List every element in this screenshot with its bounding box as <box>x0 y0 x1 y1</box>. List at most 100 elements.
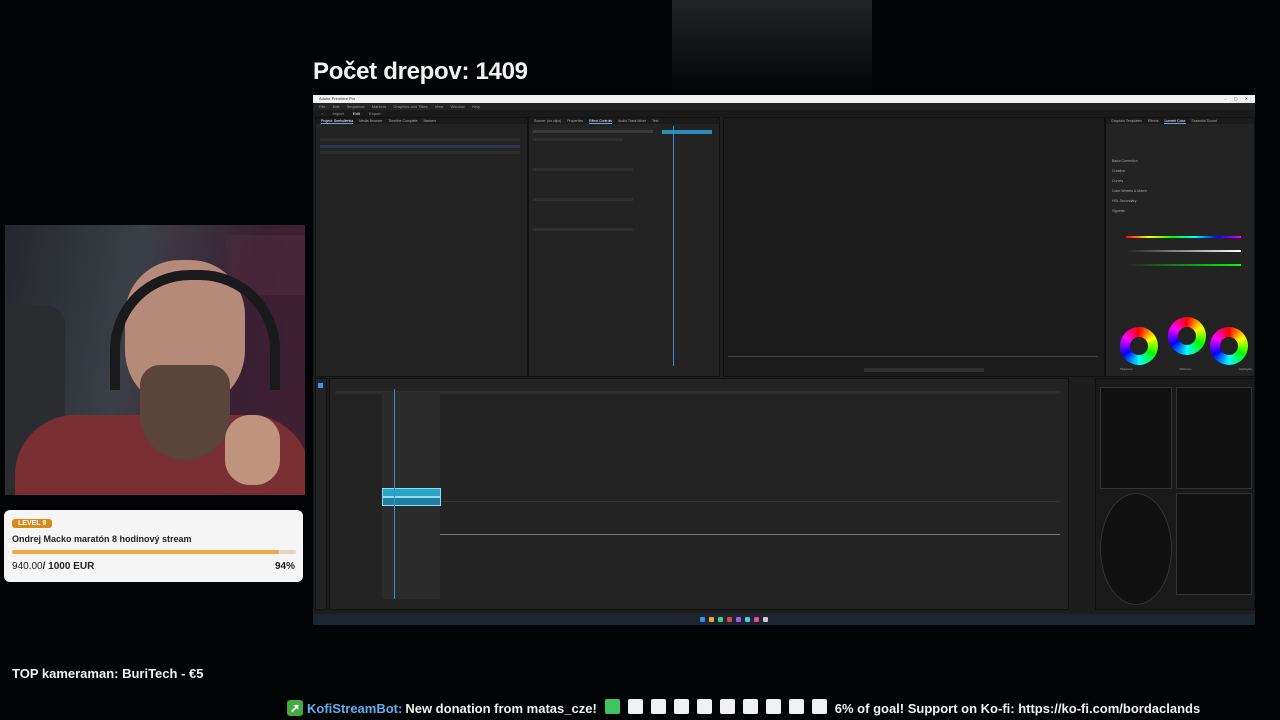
tab-timeline-complete[interactable]: Timeline Complete <box>388 119 417 123</box>
color-wheel-midtones[interactable] <box>1168 317 1206 355</box>
menu-bar: File Edit Sequence Markers Graphics and … <box>313 103 1255 110</box>
effect-row <box>533 168 633 171</box>
tab-effect-controls[interactable]: Effect Controls <box>589 119 613 124</box>
window-controls[interactable]: – ▢ ✕ <box>1224 95 1251 103</box>
premiere-window: Adobe Premiere Pro – ▢ ✕ File Edit Seque… <box>313 95 1255 625</box>
taskbar-app-icon[interactable] <box>745 617 750 622</box>
color-wheel-highlights[interactable] <box>1210 327 1248 365</box>
tab-audio-mixer[interactable]: Audio Track Mixer <box>618 119 646 123</box>
goal-square-filled <box>604 699 620 714</box>
timeline-playhead[interactable] <box>394 389 395 599</box>
goal-percent: 94% <box>274 561 295 572</box>
menu-window[interactable]: Window <box>450 104 464 109</box>
workspace-edit[interactable]: Edit <box>353 111 360 116</box>
menu-view[interactable]: View <box>435 104 444 109</box>
tab-text[interactable]: Text <box>652 119 658 123</box>
goal-amount: 940.00/ 1000 EUR <box>12 561 94 572</box>
monitor-timeline[interactable] <box>728 356 1098 357</box>
goal-progress-bar <box>12 550 296 554</box>
workspace-export[interactable]: Export <box>369 111 381 116</box>
menu-edit[interactable]: Edit <box>333 104 340 109</box>
section-hsl-secondary[interactable]: HSL Secondary <box>1112 196 1147 206</box>
tab-media-browser[interactable]: Media Browser <box>359 119 382 123</box>
lumetri-scopes-panel <box>1095 378 1255 610</box>
tab-markers[interactable]: Markers <box>423 119 436 123</box>
section-curves[interactable]: Curves <box>1112 176 1147 186</box>
playhead-line[interactable] <box>673 126 674 366</box>
column-header <box>320 138 520 141</box>
goal-square-empty <box>673 699 689 714</box>
waveform-scope <box>1100 387 1172 489</box>
color-wheel-shadows[interactable] <box>1120 327 1158 365</box>
lumetri-panel: Graphics Templates Effects Lumetri Color… <box>1105 117 1255 377</box>
transport-controls[interactable] <box>864 368 984 372</box>
workspace-import[interactable]: Import <box>333 111 344 116</box>
effect-row <box>533 130 653 133</box>
track-divider <box>400 534 1060 535</box>
goal-square-empty <box>765 699 781 714</box>
list-item[interactable] <box>320 145 520 148</box>
taskbar-app-icon[interactable] <box>718 617 723 622</box>
menu-help[interactable]: Help <box>472 104 480 109</box>
hsl-slider[interactable] <box>1126 236 1241 238</box>
background-light <box>672 0 872 95</box>
tab-lumetri-color[interactable]: Lumetri Color <box>1164 119 1186 124</box>
start-icon[interactable] <box>700 617 705 622</box>
tab-source[interactable]: Source: (no clips) <box>534 119 561 123</box>
bot-name: KofiStreamBot: <box>307 700 403 716</box>
video-clip[interactable] <box>382 488 441 497</box>
goal-progress-fill <box>12 550 279 554</box>
effect-row <box>533 198 633 201</box>
effect-row <box>533 228 633 231</box>
taskbar-app-icon[interactable] <box>709 617 714 622</box>
tab-properties[interactable]: Properties <box>567 119 583 123</box>
goal-title: Ondrej Macko maratón 8 hodinový stream <box>12 534 192 544</box>
goal-squares <box>597 699 827 717</box>
section-vignette[interactable]: Vignette <box>1112 206 1147 216</box>
wheel-label-midtones: Midtones <box>1179 367 1192 371</box>
tab-project[interactable]: Project: Snehulienka <box>321 119 354 124</box>
section-basic-correction[interactable]: Basic Correction <box>1112 156 1147 166</box>
hsl-slider[interactable] <box>1126 264 1241 266</box>
goal-square-empty <box>627 699 643 714</box>
menu-sequence[interactable]: Sequence <box>347 104 365 109</box>
home-icon[interactable]: ⌂ <box>321 111 323 116</box>
audio-clip[interactable] <box>382 497 441 506</box>
program-monitor <box>723 117 1255 377</box>
time-ruler[interactable] <box>335 391 1060 394</box>
effect-row <box>533 138 623 141</box>
tab-essential-sound[interactable]: Essential Sound <box>1191 119 1216 123</box>
section-color-wheels[interactable]: Color Wheels & Match <box>1112 186 1147 196</box>
ticker-message: New donation from matas_cze! <box>405 700 597 716</box>
taskbar-app-icon[interactable] <box>754 617 759 622</box>
menu-file[interactable]: File <box>319 104 325 109</box>
project-panel: Project: Snehulienka Media Browser Timel… <box>315 117 528 377</box>
tools-panel <box>315 378 327 610</box>
goal-square-empty <box>742 699 758 714</box>
menu-graphics[interactable]: Graphics and Titles <box>393 104 427 109</box>
section-creative[interactable]: Creative <box>1112 166 1147 176</box>
menu-markers[interactable]: Markers <box>372 104 386 109</box>
tab-effects[interactable]: Effects <box>1148 119 1159 123</box>
taskbar-app-icon[interactable] <box>727 617 732 622</box>
tab-graphics-templates[interactable]: Graphics Templates <box>1111 119 1142 123</box>
streamer-hand <box>225 415 280 485</box>
selection-tool-icon[interactable] <box>318 383 323 388</box>
level-badge: LEVEL 9 <box>12 519 53 528</box>
goal-target: / 1000 EUR <box>42 561 95 572</box>
workspace-bar: ⌂ Import Edit Export <box>313 110 1255 117</box>
parade-scope <box>1176 387 1252 489</box>
webcam-feed <box>5 225 305 495</box>
donation-ticker: ➚ KofiStreamBot: New donation from matas… <box>287 697 1280 719</box>
hsl-slider[interactable] <box>1126 250 1241 252</box>
effect-clip-bar <box>662 130 712 134</box>
windows-taskbar <box>313 614 1255 625</box>
list-item[interactable] <box>320 151 520 154</box>
wheel-label-shadows: Shadows <box>1120 367 1133 371</box>
taskbar-app-icon[interactable] <box>763 617 768 622</box>
goal-square-empty <box>650 699 666 714</box>
squat-counter: Počet drepov: 1409 <box>313 58 528 85</box>
taskbar-app-icon[interactable] <box>736 617 741 622</box>
goal-square-empty <box>696 699 712 714</box>
effect-controls-panel: Source: (no clips) Properties Effect Con… <box>528 117 720 377</box>
